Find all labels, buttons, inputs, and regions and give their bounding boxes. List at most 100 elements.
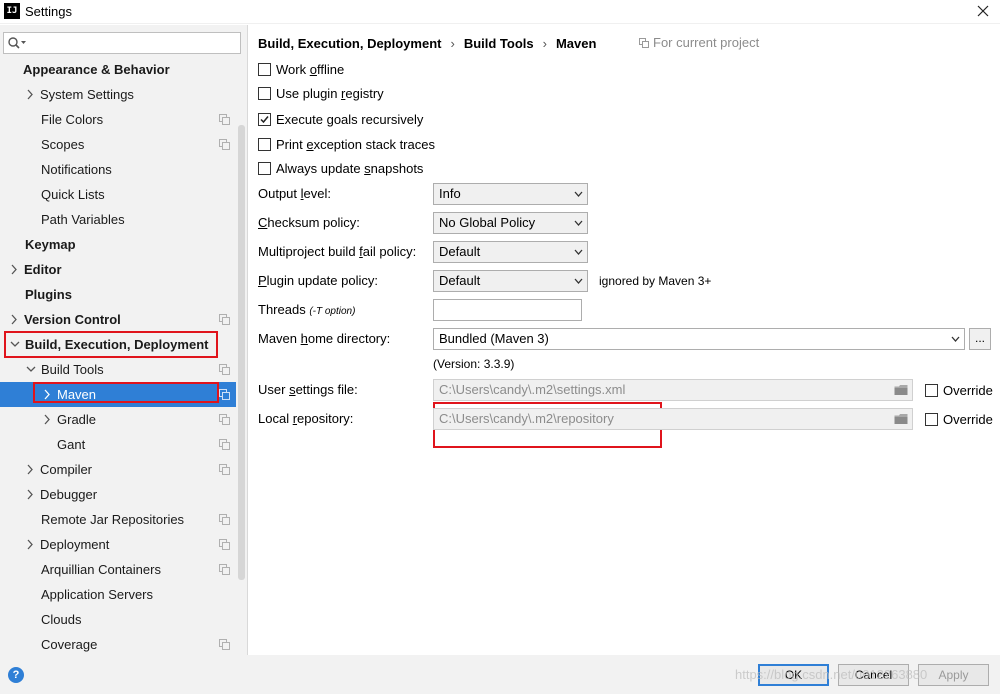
output-level-select[interactable]: Info xyxy=(433,183,588,205)
close-icon[interactable] xyxy=(974,2,992,20)
search-icon xyxy=(8,37,26,49)
sidebar-item-label: Build Tools xyxy=(41,362,104,377)
breadcrumb-item[interactable]: Build, Execution, Deployment xyxy=(258,36,441,51)
sidebar-item-label: Gant xyxy=(57,437,86,452)
plugin-update-policy-select[interactable]: Default xyxy=(433,270,588,292)
user-settings-override-checkbox[interactable] xyxy=(925,383,938,397)
title-bar: IJ Settings xyxy=(0,0,1000,24)
sidebar-item-system-settings[interactable]: System Settings xyxy=(0,82,236,107)
sidebar-item-scopes[interactable]: Scopes xyxy=(0,132,236,157)
local-repository-input[interactable]: C:\Users\candy\.m2\repository xyxy=(433,408,913,430)
intellij-logo-icon: IJ xyxy=(4,3,20,19)
chevron-down-icon[interactable] xyxy=(25,357,37,382)
sidebar-item-keymap[interactable]: Keymap xyxy=(0,232,236,257)
chevron-right-icon[interactable] xyxy=(8,307,20,332)
breadcrumb-separator: › xyxy=(542,35,547,51)
sidebar-item-debugger[interactable]: Debugger xyxy=(0,482,236,507)
breadcrumb-item[interactable]: Build Tools xyxy=(464,36,534,51)
sidebar-item-label: Build, Execution, Deployment xyxy=(25,337,209,352)
sidebar-item-label: Deployment xyxy=(40,537,110,552)
threads-input[interactable] xyxy=(433,299,582,321)
sidebar-item-coverage[interactable]: Coverage xyxy=(0,632,236,655)
sidebar-item-editor[interactable]: Editor xyxy=(0,257,236,282)
work-offline-label: Work offline xyxy=(276,61,345,77)
sidebar-item-maven[interactable]: Maven xyxy=(0,382,236,407)
maven-home-select[interactable]: Bundled (Maven 3) xyxy=(433,328,965,350)
always-update-snapshots-option[interactable]: Always update snapshots xyxy=(258,158,423,178)
sidebar-item-application-servers[interactable]: Application Servers xyxy=(0,582,236,607)
sidebar-item-gradle[interactable]: Gradle xyxy=(0,407,236,432)
sidebar-item-file-colors[interactable]: File Colors xyxy=(0,107,236,132)
use-plugin-registry-checkbox[interactable] xyxy=(258,86,271,100)
folder-icon[interactable] xyxy=(894,384,908,396)
checkmark-icon xyxy=(260,115,269,123)
scope-indicator: For current project xyxy=(639,35,759,50)
help-icon[interactable]: ? xyxy=(8,667,24,683)
user-settings-override[interactable]: Override xyxy=(925,380,993,400)
local-repository-value: C:\Users\candy\.m2\repository xyxy=(439,411,614,426)
sidebar-item-label: Quick Lists xyxy=(41,187,105,202)
cancel-button[interactable]: Cancel xyxy=(838,664,909,686)
maven-version-text: (Version: 3.3.9) xyxy=(433,357,515,371)
work-offline-checkbox[interactable] xyxy=(258,62,271,76)
print-exception-stack-traces-option[interactable]: Print exception stack traces xyxy=(258,134,435,154)
sidebar-item-label: Version Control xyxy=(24,312,121,327)
sidebar-item-deployment[interactable]: Deployment xyxy=(0,532,236,557)
use-plugin-registry-label: Use plugin registry xyxy=(276,85,384,101)
sidebar-item-gant[interactable]: Gant xyxy=(0,432,236,457)
sidebar-item-remote-jar-repositories[interactable]: Remote Jar Repositories xyxy=(0,507,236,532)
sidebar-item-label: Path Variables xyxy=(41,212,125,227)
execute-goals-recursively-checkbox[interactable] xyxy=(258,112,271,126)
sidebar-item-appearance-behavior[interactable]: Appearance & Behavior xyxy=(0,57,236,82)
chevron-right-icon[interactable] xyxy=(24,457,36,482)
sidebar-item-quick-lists[interactable]: Quick Lists xyxy=(0,182,236,207)
sidebar-item-clouds[interactable]: Clouds xyxy=(0,607,236,632)
sidebar-item-notifications[interactable]: Notifications xyxy=(0,157,236,182)
user-settings-input[interactable]: C:\Users\candy\.m2\settings.xml xyxy=(433,379,913,401)
local-repository-override-checkbox[interactable] xyxy=(925,412,938,426)
sidebar-item-build-execution-deployment[interactable]: Build, Execution, Deployment xyxy=(0,332,236,357)
chevron-down-icon[interactable] xyxy=(9,332,21,357)
multiproject-policy-select[interactable]: Default xyxy=(433,241,588,263)
sidebar-item-label: Arquillian Containers xyxy=(41,562,161,577)
sidebar-item-plugins[interactable]: Plugins xyxy=(0,282,236,307)
use-plugin-registry-option[interactable]: Use plugin registry xyxy=(258,83,384,103)
sidebar-item-label: Scopes xyxy=(41,137,85,152)
chevron-right-icon[interactable] xyxy=(24,82,36,107)
breadcrumb-item-current: Maven xyxy=(555,35,597,51)
threads-label: Threads (-T option) xyxy=(258,302,356,317)
sidebar-scrollbar[interactable] xyxy=(238,125,245,580)
user-settings-value: C:\Users\candy\.m2\settings.xml xyxy=(439,382,626,397)
project-scope-icon xyxy=(219,464,230,475)
always-update-snapshots-label: Always update snapshots xyxy=(276,160,424,176)
print-exception-stack-traces-checkbox[interactable] xyxy=(258,137,271,151)
folder-icon[interactable] xyxy=(894,413,908,425)
plugin-update-policy-value: Default xyxy=(439,273,481,288)
sidebar-item-compiler[interactable]: Compiler xyxy=(0,457,236,482)
always-update-snapshots-checkbox[interactable] xyxy=(258,161,271,175)
breadcrumb-separator: › xyxy=(450,35,455,51)
chevron-right-icon[interactable] xyxy=(41,407,53,432)
project-scope-icon xyxy=(219,139,230,150)
work-offline-option[interactable]: Work offline xyxy=(258,59,344,79)
dialog-footer: ? OK Cancel Apply https://blog.csdn.net/… xyxy=(0,655,1000,694)
chevron-right-icon[interactable] xyxy=(24,532,36,557)
chevron-right-icon[interactable] xyxy=(8,257,20,282)
settings-sidebar: Appearance & Behavior System Settings File… xyxy=(0,25,248,655)
apply-button[interactable]: Apply xyxy=(918,664,989,686)
output-level-value: Info xyxy=(439,186,461,201)
chevron-right-icon[interactable] xyxy=(41,382,53,407)
checksum-policy-select[interactable]: No Global Policy xyxy=(433,212,588,234)
chevron-right-icon[interactable] xyxy=(24,482,36,507)
local-repository-override[interactable]: Override xyxy=(925,409,993,429)
execute-goals-recursively-option[interactable]: Execute goals recursively xyxy=(258,109,423,129)
sidebar-item-version-control[interactable]: Version Control xyxy=(0,307,236,332)
settings-search-input[interactable] xyxy=(3,32,241,54)
ok-button[interactable]: OK xyxy=(758,664,829,686)
sidebar-item-arquillian-containers[interactable]: Arquillian Containers xyxy=(0,557,236,582)
sidebar-item-label: System Settings xyxy=(40,87,134,102)
sidebar-item-build-tools[interactable]: Build Tools xyxy=(0,357,236,382)
output-level-label: Output level: xyxy=(258,186,331,201)
sidebar-item-path-variables[interactable]: Path Variables xyxy=(0,207,236,232)
maven-home-browse-button[interactable]: ... xyxy=(969,328,991,350)
